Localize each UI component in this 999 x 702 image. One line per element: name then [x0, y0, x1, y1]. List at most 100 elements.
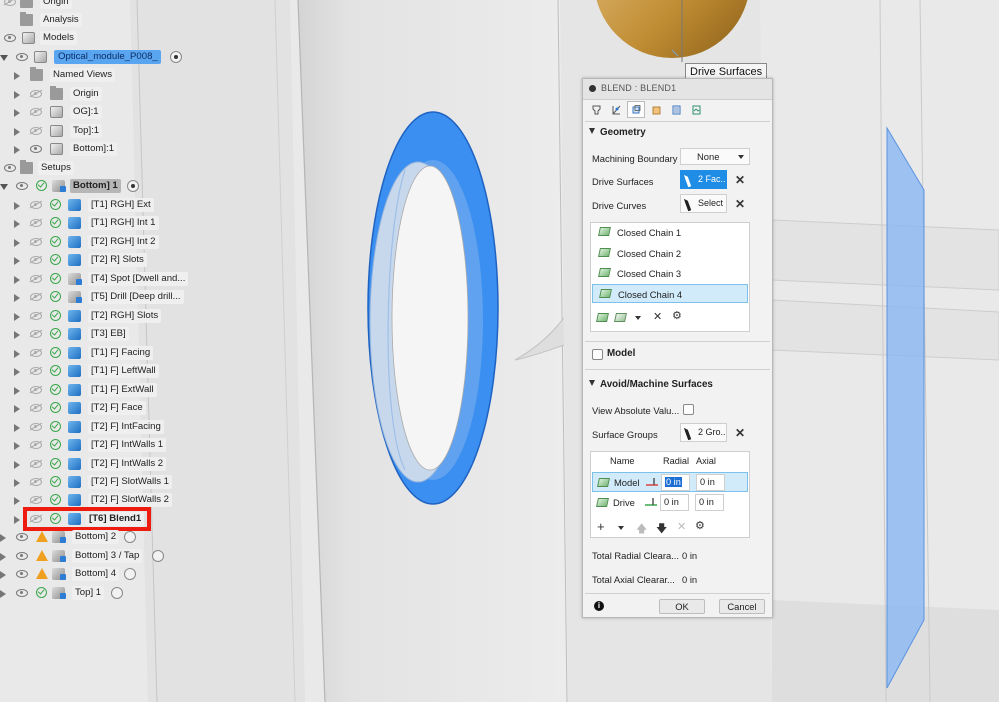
visibility-icon[interactable] — [30, 275, 42, 283]
visibility-icon[interactable] — [16, 533, 28, 541]
tree-row-operation[interactable]: [T2] F] Face — [0, 401, 190, 417]
expand-arrow-icon[interactable] — [0, 571, 6, 579]
expand-arrow-icon[interactable] — [14, 313, 20, 321]
expand-arrow-icon[interactable] — [14, 294, 20, 302]
clear-drive-curves-button[interactable]: ✕ — [734, 197, 746, 211]
visibility-icon[interactable] — [30, 127, 42, 135]
dialog-menu-icon[interactable] — [589, 85, 596, 92]
model-radial-input[interactable]: 0 in — [661, 474, 690, 491]
tree-row-setups[interactable]: Setups — [0, 160, 140, 177]
visibility-icon[interactable] — [30, 219, 42, 227]
visibility-icon[interactable] — [4, 34, 16, 42]
tree-row-bottom[interactable]: Bottom]:1 — [0, 142, 160, 158]
chain-list-item-selected[interactable]: Closed Chain 4 — [592, 284, 748, 303]
tree-row-operation[interactable]: [T1] RGH] Ext — [0, 198, 190, 214]
tree-row-operation[interactable]: [T2] F] IntWalls 2 — [0, 457, 190, 473]
add-dropdown-icon[interactable] — [618, 526, 624, 530]
clear-surface-groups-button[interactable]: ✕ — [734, 426, 746, 440]
tab-passes[interactable] — [647, 101, 665, 118]
visibility-icon[interactable] — [30, 145, 42, 153]
cancel-button[interactable]: Cancel — [719, 599, 765, 614]
drive-curves-selector[interactable]: Select — [680, 194, 727, 213]
tree-row-setup-top-1[interactable]: Top] 1 — [0, 586, 160, 602]
surface-group-row-drive[interactable]: Drive 0 in 0 in — [592, 493, 748, 513]
drive-axial-input[interactable]: 0 in — [695, 494, 724, 511]
visibility-icon[interactable] — [4, 0, 16, 6]
tree-row-operation[interactable]: [T2] F] IntWalls 1 — [0, 438, 190, 454]
expand-arrow-icon[interactable] — [14, 331, 20, 339]
chain-list-item[interactable]: Closed Chain 2 — [592, 244, 748, 263]
ok-button[interactable]: OK — [659, 599, 705, 614]
visibility-icon[interactable] — [30, 441, 42, 449]
tree-row-operation[interactable]: [T2] F] SlotWalls 1 — [0, 475, 190, 491]
model-checkbox[interactable] — [592, 349, 603, 360]
tree-row-origin[interactable]: Origin — [0, 0, 140, 11]
tree-row-setup-bottom-2[interactable]: Bottom] 2 — [0, 530, 160, 546]
tree-row-setup-bottom-3[interactable]: Bottom] 3 / Tap — [0, 549, 170, 565]
tab-tool[interactable] — [587, 101, 605, 118]
info-icon[interactable]: i — [594, 601, 604, 611]
tree-row-operation[interactable]: [T2] RGH] Slots — [0, 309, 190, 325]
expand-arrow-icon[interactable] — [14, 405, 20, 413]
tree-row-operation[interactable]: [T1] RGH] Int 1 — [0, 216, 190, 232]
expand-arrow-icon[interactable] — [14, 479, 20, 487]
visibility-icon[interactable] — [16, 182, 28, 190]
activate-radio[interactable] — [124, 531, 136, 543]
visibility-icon[interactable] — [30, 201, 42, 209]
tree-row-og[interactable]: OG]:1 — [0, 105, 140, 121]
activate-radio[interactable] — [111, 587, 123, 599]
visibility-icon[interactable] — [30, 238, 42, 246]
visibility-icon[interactable] — [30, 312, 42, 320]
expand-arrow-icon[interactable] — [14, 442, 20, 450]
machine-mode-icon[interactable] — [644, 497, 658, 508]
activate-radio[interactable] — [170, 51, 182, 63]
tree-row-origin-2[interactable]: Origin — [0, 86, 140, 103]
tree-row-operation[interactable]: [T4] Spot [Dwell and... — [0, 272, 190, 288]
tree-row-operation[interactable]: [T2] R] Slots — [0, 253, 190, 269]
expand-arrow-icon[interactable] — [14, 516, 20, 524]
expand-arrow-icon[interactable] — [14, 257, 20, 265]
surface-group-row-model[interactable]: Model 0 in 0 in — [592, 472, 748, 492]
tree-row-operation[interactable]: [T5] Drill [Deep drill... — [0, 290, 190, 306]
chain-list-item[interactable]: Closed Chain 3 — [592, 264, 748, 283]
expand-arrow-icon[interactable] — [14, 497, 20, 505]
visibility-icon[interactable] — [30, 349, 42, 357]
tab-linking[interactable] — [667, 101, 685, 118]
surface-group-settings-icon[interactable]: ⚙ — [695, 519, 705, 532]
visibility-icon[interactable] — [30, 478, 42, 486]
visibility-icon[interactable] — [16, 589, 28, 597]
tree-row-top[interactable]: Top]:1 — [0, 124, 140, 140]
add-chain-icon[interactable] — [596, 313, 609, 322]
expand-arrow-icon[interactable] — [14, 202, 20, 210]
chain-list-item[interactable]: Closed Chain 1 — [592, 223, 748, 242]
visibility-icon[interactable] — [30, 386, 42, 394]
tree-row-operation[interactable]: [T1] F] Facing — [0, 346, 190, 362]
chain-dropdown-icon[interactable] — [635, 316, 641, 320]
tree-row-setup-bottom-1[interactable]: Bottom] 1 — [0, 179, 160, 195]
activate-radio[interactable] — [152, 550, 164, 562]
visibility-icon[interactable] — [16, 53, 28, 61]
visibility-icon[interactable] — [30, 367, 42, 375]
expand-arrow-icon[interactable] — [14, 424, 20, 432]
expand-arrow-icon[interactable] — [0, 534, 6, 542]
collapse-arrow-icon[interactable] — [0, 55, 8, 61]
drive-radial-input[interactable]: 0 in — [660, 494, 689, 511]
expand-arrow-icon[interactable] — [14, 109, 20, 117]
tree-row-setup-bottom-4[interactable]: Bottom] 4 — [0, 567, 160, 583]
tree-row-named-views[interactable]: Named Views — [0, 67, 140, 84]
visibility-icon[interactable] — [30, 90, 42, 98]
expand-arrow-icon[interactable] — [14, 350, 20, 358]
visibility-icon[interactable] — [30, 404, 42, 412]
visibility-icon[interactable] — [30, 108, 42, 116]
expand-arrow-icon[interactable] — [0, 590, 6, 598]
geometry-section-header[interactable]: Geometry — [589, 126, 646, 140]
visibility-icon[interactable] — [16, 552, 28, 560]
move-down-icon[interactable]: 🡇 — [656, 520, 667, 539]
collapse-arrow-icon[interactable] — [0, 184, 8, 190]
expand-arrow-icon[interactable] — [14, 276, 20, 284]
tree-row-operation[interactable]: [T1] F] LeftWall — [0, 364, 190, 380]
remove-surface-group-icon[interactable]: ✕ — [677, 520, 686, 533]
tab-simulation[interactable] — [687, 101, 705, 118]
visibility-icon[interactable] — [30, 330, 42, 338]
tab-heights[interactable] — [627, 101, 645, 118]
